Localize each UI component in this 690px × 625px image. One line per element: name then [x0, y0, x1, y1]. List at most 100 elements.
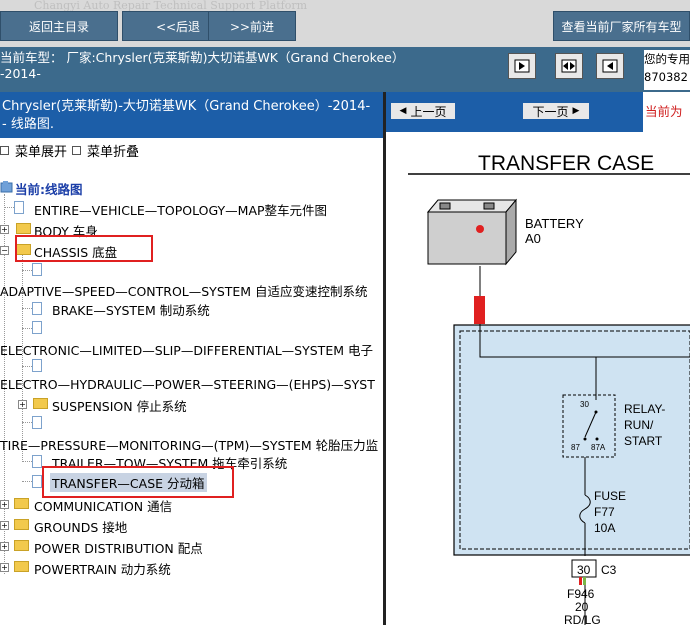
tree-header-line-2: - 线路图. — [2, 117, 54, 132]
left-right-arrows-icon[interactable] — [555, 53, 583, 79]
wire-stripe — [579, 577, 582, 585]
tree-item-entire-vehicle[interactable]: ENTIRE—VEHICLE—TOPOLOGY—MAP整车元件图 — [34, 200, 327, 219]
left-arrow-icon: ◀ — [399, 106, 407, 116]
next-page-button[interactable]: 下一页 ▶ — [522, 102, 590, 120]
tree-item-grounds[interactable]: GROUNDS 接地 — [34, 517, 127, 536]
expand-plus-icon[interactable]: + — [0, 500, 9, 509]
tree-connector — [22, 422, 32, 423]
battery-cable — [474, 296, 485, 324]
document-icon — [32, 475, 42, 488]
right-arrow-box-icon[interactable] — [508, 53, 536, 79]
relay-contact — [594, 410, 598, 414]
model-line-1: 当前车型： 厂家:Chrysler(克莱斯勒)大切诺基WK（Grand Cher… — [0, 50, 405, 65]
highlight-box — [15, 235, 153, 262]
model-line-2: -2014- — [0, 66, 41, 81]
document-icon — [32, 302, 42, 315]
relay-contact — [583, 437, 587, 441]
prev-page-label: 上一页 — [410, 104, 447, 119]
square-icon — [0, 146, 9, 155]
folder-icon — [14, 540, 29, 551]
user-info-line-2: 870382 — [644, 70, 688, 84]
tree-item-power-distribution[interactable]: POWER DISTRIBUTION 配点 — [34, 538, 203, 557]
prev-page-button[interactable]: ◀ 上一页 — [390, 102, 456, 120]
battery-icon — [426, 198, 518, 266]
menu-collapse-label: 菜单折叠 — [87, 145, 140, 160]
folder-icon — [33, 398, 48, 409]
wire-gauge: 20 — [575, 600, 589, 614]
tree-item-brake-system[interactable]: BRAKE—SYSTEM 制动系统 — [52, 300, 210, 319]
folder-icon — [14, 498, 29, 509]
connector-id: C3 — [601, 563, 617, 577]
diagram-title: TRANSFER CASE — [478, 152, 654, 175]
left-arrow-box-icon[interactable] — [596, 53, 624, 79]
menu-expand-label: 菜单展开 — [15, 145, 68, 160]
tree-panel: Chrysler(克莱斯勒)-大切诺基WK（Grand Cherokee）-20… — [0, 92, 383, 625]
home-button[interactable]: 返回主目录 — [0, 11, 118, 41]
highlight-box — [42, 466, 234, 498]
tree-connector — [22, 461, 32, 462]
folder-icon — [14, 519, 29, 530]
view-all-models-button[interactable]: 查看当前厂家所有车型 — [553, 11, 690, 41]
relay-pin-87: 87 — [571, 443, 580, 452]
fuse-rating: 10A — [594, 521, 615, 535]
relay-pin-30: 30 — [580, 400, 589, 409]
folder-icon — [16, 223, 31, 234]
connector-pin: 30 — [577, 563, 591, 577]
collapse-minus-icon[interactable]: − — [0, 246, 9, 255]
vehicle-info-bar: 当前车型： 厂家:Chrysler(克莱斯勒)大切诺基WK（Grand Cher… — [0, 47, 690, 92]
expand-plus-icon[interactable]: + — [0, 542, 9, 551]
expand-plus-icon[interactable]: + — [18, 400, 27, 409]
document-icon — [32, 455, 42, 468]
expand-plus-icon[interactable]: + — [0, 563, 9, 572]
tree-root[interactable]: 当前:线路图 — [15, 179, 83, 198]
root-folder-icon — [0, 181, 13, 193]
tree-item-communication[interactable]: COMMUNICATION 通信 — [34, 496, 172, 515]
forward-button[interactable]: >>前进 — [208, 11, 296, 41]
tree-connector — [4, 207, 14, 208]
next-page-label: 下一页 — [532, 104, 569, 119]
tree-header-line-1: Chrysler(克莱斯勒)-大切诺基WK（Grand Cherokee）-20… — [2, 99, 371, 114]
tree-header: Chrysler(克莱斯勒)-大切诺基WK（Grand Cherokee）-20… — [0, 92, 383, 138]
menu-expand-link[interactable]: 菜单展开 — [0, 141, 67, 160]
wire-stripe — [583, 577, 586, 585]
diagram-toolbar: ◀ 上一页 下一页 ▶ 当前为 — [386, 92, 690, 132]
square-icon — [72, 146, 81, 155]
relay-label-2: RUN/ — [624, 418, 654, 432]
wire-id: F946 — [567, 587, 595, 601]
fuse-label: FUSE — [594, 489, 626, 503]
battery-id: A0 — [525, 231, 541, 246]
relay-contact — [595, 437, 599, 441]
tree-item-tire-pressure[interactable]: TIRE—PRESSURE—MONITORING—(TPM)—SYSTEM 轮胎… — [0, 435, 378, 454]
user-info-line-1: 您的专用 — [644, 52, 690, 66]
relay-pin-87a: 87A — [591, 443, 606, 452]
tree-item-adaptive-speed[interactable]: ADAPTIVE—SPEED—CONTROL—SYSTEM 自适应变速控制系统 — [0, 281, 368, 300]
expand-plus-icon[interactable]: + — [0, 521, 9, 530]
document-icon — [32, 263, 42, 276]
relay-label-1: RELAY- — [624, 402, 665, 416]
tree-item-electronic-limited-slip[interactable]: ELECTRONIC—LIMITED—SLIP—DIFFERENTIAL—SYS… — [0, 340, 373, 359]
right-arrow-icon: ▶ — [572, 106, 580, 116]
tree-connector — [22, 270, 32, 271]
document-icon — [32, 321, 42, 334]
folder-icon — [14, 561, 29, 572]
tree-item-electro-hydraulic[interactable]: ELECTRO—HYDRAULIC—POWER—STEERING—(EHPS)—… — [0, 377, 375, 392]
top-toolbar: Changyi Auto Repair Technical Support Pl… — [0, 0, 690, 47]
tree-item-suspension[interactable]: SUSPENSION 停止系统 — [52, 396, 187, 415]
battery-label: BATTERY — [525, 216, 584, 231]
tree-connector — [22, 366, 32, 367]
relay-label-3: START — [624, 434, 663, 448]
wire-color: RD/LG — [564, 613, 601, 625]
fuse-id: F77 — [594, 505, 615, 519]
document-icon — [14, 201, 24, 214]
current-position-label: 当前为 — [643, 92, 690, 132]
expand-plus-icon[interactable]: + — [0, 225, 9, 234]
user-info-box: 您的专用 870382 — [644, 50, 690, 90]
document-icon — [32, 416, 42, 429]
diagram-panel: ◀ 上一页 下一页 ▶ 当前为 TRANSFER CASE BATTERY A0 — [386, 92, 690, 625]
menu-collapse-link[interactable]: 菜单折叠 — [72, 141, 139, 160]
document-icon — [32, 359, 42, 372]
tree-item-powertrain[interactable]: POWERTRAIN 动力系统 — [34, 559, 171, 578]
wiring-diagram: TRANSFER CASE BATTERY A0 30 87 87A RELAY… — [408, 152, 690, 625]
tree-connector — [22, 328, 32, 329]
tree-connector — [22, 308, 32, 309]
